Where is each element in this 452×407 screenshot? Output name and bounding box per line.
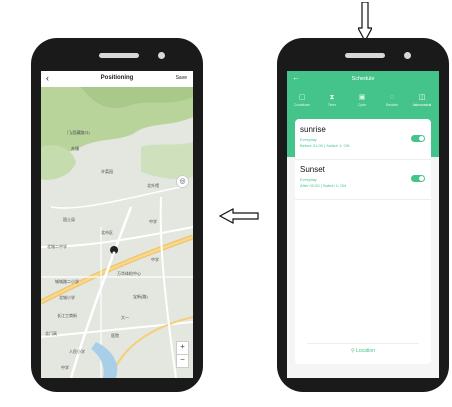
schedule-toggle[interactable] xyxy=(411,135,425,142)
location-label: Location xyxy=(356,348,375,354)
map-label: 北门高 xyxy=(45,331,57,336)
zoom-out-button[interactable]: − xyxy=(176,354,189,368)
phone-schedule: ← Schedule ▢ Countdown ⧗ Timer ▣ Cycle ◌… xyxy=(277,38,449,392)
left-arrow-icon xyxy=(219,208,259,224)
map-label: 城城路二小学 xyxy=(55,279,79,284)
tab-timer[interactable]: ⧗ Timer xyxy=(317,93,347,107)
schedule-repeat: Everyday xyxy=(300,177,317,182)
page-title: Schedule xyxy=(351,76,375,82)
page-title: Positioning xyxy=(100,75,134,81)
schedule-toggle[interactable] xyxy=(411,175,425,182)
map-label: 万华体检中心 xyxy=(117,271,141,276)
cycle-icon: ▣ xyxy=(358,94,366,101)
schedule-name: sunrise xyxy=(300,125,326,134)
location-pin-icon: ⚲ xyxy=(351,348,355,354)
tab-astronomical[interactable]: ◫ Astronomical xyxy=(407,93,437,107)
down-arrow-icon xyxy=(358,2,372,42)
map-label: 北市区 xyxy=(101,230,113,235)
phone-speaker xyxy=(99,53,139,58)
positioning-header: ‹ Positioning Save xyxy=(41,71,193,87)
map-label: 门(西藏路口) xyxy=(67,130,90,135)
tab-label: Countdown xyxy=(293,103,311,107)
tab-label: Cycle xyxy=(358,103,366,107)
schedule-detail: Before 01:00 | Switch 1: ON xyxy=(300,143,350,148)
phone-positioning: ‹ Positioning Save 门(西藏路口) 苏镇 许菜园 北外馆 国土… xyxy=(31,38,203,392)
tab-label: Astronomical xyxy=(412,103,432,107)
tab-label: Timer xyxy=(327,103,337,107)
map-label: 国土局 xyxy=(63,217,75,222)
map-label: 许菜园 xyxy=(101,169,113,174)
map-view[interactable]: 门(西藏路口) 苏镇 许菜园 北外馆 国土局 北市区 中学 北城二中学 中学 万… xyxy=(41,87,193,378)
astronomical-icon: ◫ xyxy=(418,94,426,101)
list-item[interactable]: sunrise Everyday Before 01:00 | Switch 1… xyxy=(295,121,431,160)
schedule-list: sunrise Everyday Before 01:00 | Switch 1… xyxy=(295,119,431,364)
phone-camera xyxy=(404,52,411,59)
map-label: 中学 xyxy=(149,219,157,224)
schedule-tabs: ▢ Countdown ⧗ Timer ▣ Cycle ◌ Random ◫ A… xyxy=(287,93,439,117)
random-icon: ◌ xyxy=(389,94,395,101)
map-label: 北外馆 xyxy=(147,183,159,188)
phone-speaker xyxy=(345,53,385,58)
zoom-in-button[interactable]: + xyxy=(176,341,189,355)
map-label: 中学 xyxy=(61,365,69,370)
positioning-screen: ‹ Positioning Save 门(西藏路口) 苏镇 许菜园 北外馆 国土… xyxy=(41,71,193,378)
map-label: 长江工商街 xyxy=(57,313,77,318)
map-label: 大一 xyxy=(121,315,129,320)
map-label: 苏镇 xyxy=(71,146,79,151)
tab-cycle[interactable]: ▣ Cycle xyxy=(347,93,377,107)
locate-icon[interactable]: ◎ xyxy=(176,175,189,188)
save-button[interactable]: Save xyxy=(176,75,187,81)
map-label: 中学 xyxy=(151,257,159,262)
phone-camera xyxy=(158,52,165,59)
tab-label: Random xyxy=(385,103,399,107)
schedule-screen: ← Schedule ▢ Countdown ⧗ Timer ▣ Cycle ◌… xyxy=(287,71,439,378)
countdown-icon: ▢ xyxy=(298,94,306,101)
tab-random[interactable]: ◌ Random xyxy=(377,93,407,107)
schedule-repeat: Everyday xyxy=(300,137,317,142)
tab-countdown[interactable]: ▢ Countdown xyxy=(287,93,317,107)
map-label: 北城小学 xyxy=(59,295,75,300)
map-label: 医院 xyxy=(111,333,119,338)
schedule-name: Sunset xyxy=(300,165,325,174)
list-item[interactable]: Sunset Everyday After 02:00 | Switch 1: … xyxy=(295,161,431,200)
map-label: 人民小学 xyxy=(69,349,85,354)
hourglass-icon: ⧗ xyxy=(329,94,335,101)
map-label: 北城二中学 xyxy=(47,244,67,249)
location-button[interactable]: ⚲ Location xyxy=(307,343,419,358)
map-label: 宝新(路) xyxy=(133,294,148,299)
schedule-detail: After 02:00 | Switch 1: ON xyxy=(300,183,347,188)
